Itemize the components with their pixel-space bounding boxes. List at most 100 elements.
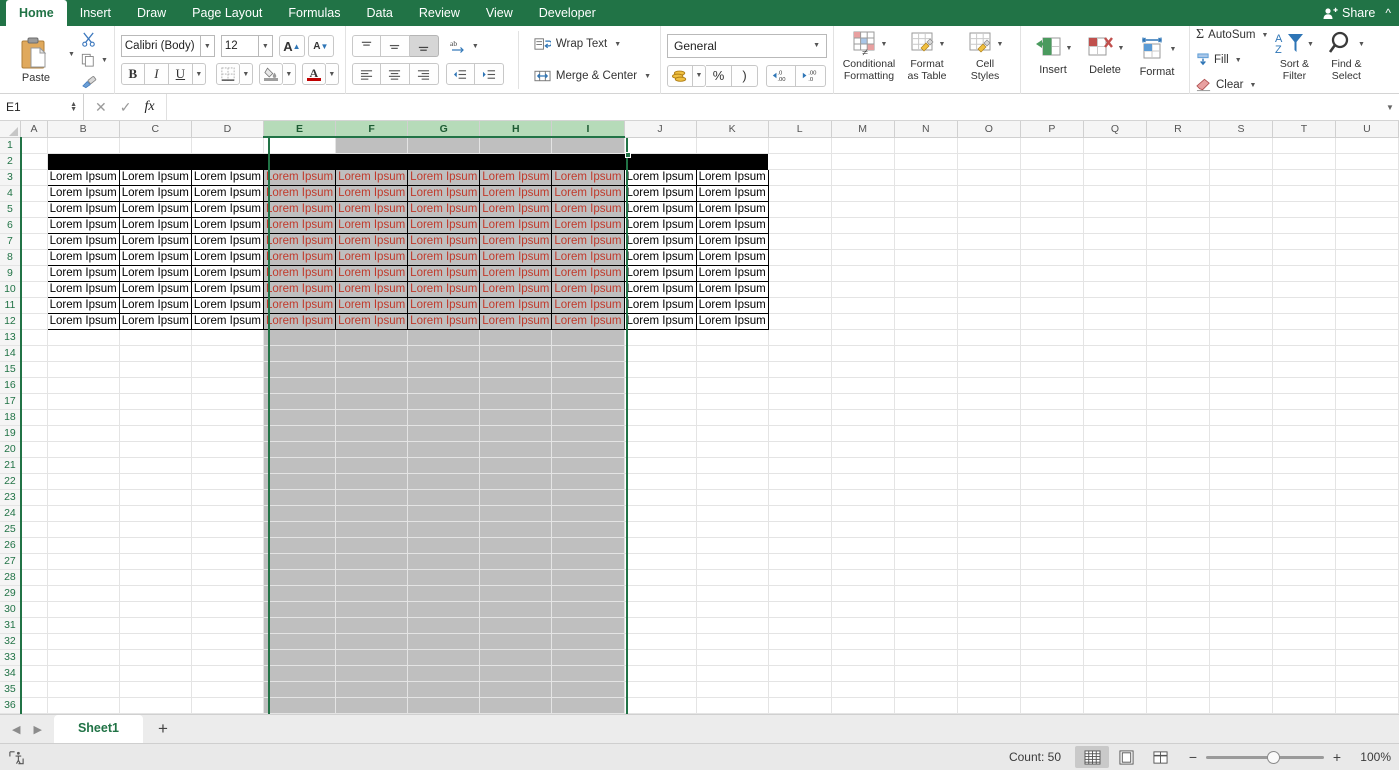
cell-B10[interactable]: Lorem Ipsum	[47, 281, 119, 297]
cell-M32[interactable]	[831, 633, 894, 649]
cell-Q11[interactable]	[1083, 297, 1146, 313]
cell-E21[interactable]	[263, 457, 335, 473]
fx-icon[interactable]: fx	[144, 99, 154, 115]
cell-Q21[interactable]	[1083, 457, 1146, 473]
cell-T23[interactable]	[1272, 489, 1335, 505]
cell-E5[interactable]: Lorem Ipsum	[263, 201, 335, 217]
cell-S10[interactable]	[1210, 281, 1273, 297]
cell-K13[interactable]	[696, 329, 768, 345]
cell-L25[interactable]	[768, 521, 831, 537]
row-header-5[interactable]: 5	[0, 201, 21, 217]
cell-U23[interactable]	[1335, 489, 1398, 505]
cell-M26[interactable]	[831, 537, 894, 553]
cell-G27[interactable]	[408, 553, 480, 569]
cell-L32[interactable]	[768, 633, 831, 649]
cell-P19[interactable]	[1020, 425, 1083, 441]
cell-M25[interactable]	[831, 521, 894, 537]
cell-N24[interactable]	[894, 505, 957, 521]
cell-O36[interactable]	[957, 697, 1020, 713]
cell-K16[interactable]	[696, 377, 768, 393]
conditional-formatting-button[interactable]: ≠ ▼ Conditional Formatting	[840, 28, 898, 92]
align-right-button[interactable]	[410, 63, 439, 85]
sort-filter-dropdown-arrow[interactable]: ▼	[1307, 41, 1314, 48]
cell-P9[interactable]	[1020, 265, 1083, 281]
cell-G15[interactable]	[408, 361, 480, 377]
cell-S22[interactable]	[1210, 473, 1273, 489]
cell-L16[interactable]	[768, 377, 831, 393]
cell-L8[interactable]	[768, 249, 831, 265]
cell-B3[interactable]: Lorem Ipsum	[47, 169, 119, 185]
cell-J6[interactable]: Lorem Ipsum	[624, 217, 696, 233]
column-header-G[interactable]: G	[408, 121, 480, 137]
cell-N1[interactable]	[894, 137, 957, 153]
cell-O2[interactable]	[957, 153, 1020, 169]
cell-F22[interactable]	[336, 473, 408, 489]
cell-M3[interactable]	[831, 169, 894, 185]
cell-P15[interactable]	[1020, 361, 1083, 377]
cell-A1[interactable]	[21, 137, 47, 153]
clear-dropdown-arrow[interactable]: ▼	[1249, 82, 1256, 89]
cell-B30[interactable]	[47, 601, 119, 617]
cell-L18[interactable]	[768, 409, 831, 425]
cell-C22[interactable]	[119, 473, 191, 489]
cell-K2[interactable]	[696, 153, 768, 169]
cell-G16[interactable]	[408, 377, 480, 393]
cell-D27[interactable]	[191, 553, 263, 569]
cell-K17[interactable]	[696, 393, 768, 409]
cell-M35[interactable]	[831, 681, 894, 697]
cell-Q12[interactable]	[1083, 313, 1146, 329]
cell-I33[interactable]	[552, 649, 624, 665]
cell-P23[interactable]	[1020, 489, 1083, 505]
cell-D17[interactable]	[191, 393, 263, 409]
cell-M34[interactable]	[831, 665, 894, 681]
cell-D33[interactable]	[191, 649, 263, 665]
cell-R28[interactable]	[1146, 569, 1209, 585]
cell-A27[interactable]	[21, 553, 47, 569]
row-header-2[interactable]: 2	[0, 153, 21, 169]
cell-N32[interactable]	[894, 633, 957, 649]
cell-T21[interactable]	[1272, 457, 1335, 473]
cell-E8[interactable]: Lorem Ipsum	[263, 249, 335, 265]
cell-I25[interactable]	[552, 521, 624, 537]
cell-M15[interactable]	[831, 361, 894, 377]
cell-R8[interactable]	[1146, 249, 1209, 265]
cell-N34[interactable]	[894, 665, 957, 681]
cell-H26[interactable]	[480, 537, 552, 553]
cell-B26[interactable]	[47, 537, 119, 553]
cell-E34[interactable]	[263, 665, 335, 681]
cell-H7[interactable]: Lorem Ipsum	[480, 233, 552, 249]
cell-O4[interactable]	[957, 185, 1020, 201]
cell-F17[interactable]	[336, 393, 408, 409]
cell-K25[interactable]	[696, 521, 768, 537]
cell-J30[interactable]	[624, 601, 696, 617]
cell-M33[interactable]	[831, 649, 894, 665]
cell-Q14[interactable]	[1083, 345, 1146, 361]
cell-A14[interactable]	[21, 345, 47, 361]
cell-F31[interactable]	[336, 617, 408, 633]
cell-T22[interactable]	[1272, 473, 1335, 489]
insert-cells-button[interactable]: ▼ Insert	[1027, 30, 1079, 90]
cell-R22[interactable]	[1146, 473, 1209, 489]
cell-C28[interactable]	[119, 569, 191, 585]
cell-F20[interactable]	[336, 441, 408, 457]
row-header-35[interactable]: 35	[0, 681, 21, 697]
cell-I13[interactable]	[552, 329, 624, 345]
cell-O33[interactable]	[957, 649, 1020, 665]
cell-I2[interactable]	[552, 153, 624, 169]
cell-D35[interactable]	[191, 681, 263, 697]
cell-C4[interactable]: Lorem Ipsum	[119, 185, 191, 201]
cell-N15[interactable]	[894, 361, 957, 377]
cell-B12[interactable]: Lorem Ipsum	[47, 313, 119, 329]
cell-N12[interactable]	[894, 313, 957, 329]
cell-A34[interactable]	[21, 665, 47, 681]
cell-O30[interactable]	[957, 601, 1020, 617]
cell-L36[interactable]	[768, 697, 831, 713]
cell-L30[interactable]	[768, 601, 831, 617]
cell-E17[interactable]	[263, 393, 335, 409]
cell-I28[interactable]	[552, 569, 624, 585]
cell-R27[interactable]	[1146, 553, 1209, 569]
cell-S20[interactable]	[1210, 441, 1273, 457]
cell-C21[interactable]	[119, 457, 191, 473]
cell-J13[interactable]	[624, 329, 696, 345]
merge-center-button[interactable]: Merge & Center ▼	[531, 64, 654, 88]
